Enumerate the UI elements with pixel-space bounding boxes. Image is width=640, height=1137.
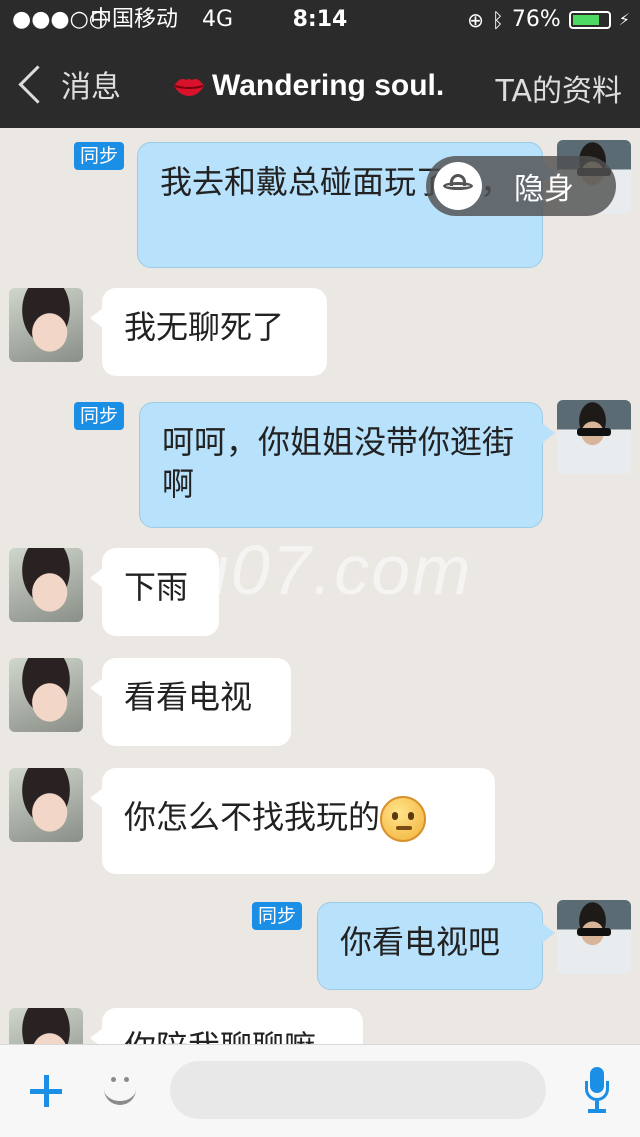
- back-label: 消息: [61, 70, 121, 105]
- stealth-label: 隐身: [514, 172, 574, 207]
- nav-bar: 消息 Wandering soul. TA的资料: [0, 40, 640, 128]
- input-bar: [0, 1044, 640, 1137]
- my-avatar[interactable]: [557, 400, 631, 474]
- charging-icon: ⚡: [618, 10, 630, 29]
- contact-avatar[interactable]: [9, 768, 83, 842]
- chat-title-text: Wandering soul.: [212, 69, 445, 102]
- top-bar: ●●●○○ 中国移动 4G 8:14 ⊕ ᛒ 76% ⚡ 消息 Wanderin…: [0, 0, 640, 128]
- message-input[interactable]: [170, 1061, 546, 1119]
- rotation-lock-icon: ⊕: [467, 8, 484, 32]
- battery-icon: [568, 11, 611, 29]
- contact-avatar[interactable]: [9, 288, 83, 362]
- chat-title: Wandering soul.: [172, 66, 444, 106]
- message-bubble-received[interactable]: 我无聊死了: [90, 288, 327, 376]
- watermark: u07.com: [190, 531, 473, 609]
- sync-badge: 同步: [252, 902, 303, 930]
- stealth-toggle[interactable]: 隐身: [426, 156, 616, 216]
- message-bubble-sent[interactable]: 你看电视吧: [317, 902, 555, 990]
- message-bubble-received[interactable]: 你怎么不找我玩的: [90, 768, 495, 874]
- status-bar: ●●●○○ 中国移动 4G 8:14 ⊕ ᛒ 76% ⚡: [0, 0, 640, 40]
- back-button[interactable]: 消息: [16, 58, 121, 110]
- sync-badge: 同步: [74, 402, 125, 430]
- contact-avatar[interactable]: [9, 548, 83, 622]
- emoji-picker-icon[interactable]: [102, 1071, 138, 1109]
- battery-fill: [572, 15, 599, 25]
- message-bubble-received[interactable]: 看看电视: [90, 658, 291, 746]
- ufo-icon: [434, 162, 482, 210]
- message-bubble-sent[interactable]: 呵呵，你姐姐没带你逛街啊: [139, 402, 555, 528]
- sync-badge: 同步: [74, 142, 125, 170]
- thinking-emoji-icon: [380, 796, 427, 842]
- bluetooth-icon: ᛒ: [491, 8, 504, 32]
- message-bubble-received[interactable]: 你陪我聊聊嘛: [90, 1008, 363, 1044]
- battery-percent: 76%: [511, 7, 561, 32]
- profile-button[interactable]: TA的资料: [495, 66, 622, 110]
- plus-icon[interactable]: [28, 1073, 64, 1109]
- lips-icon: [174, 78, 204, 96]
- message-text: 你怎么不找我玩的: [124, 798, 381, 836]
- contact-avatar[interactable]: [9, 658, 83, 732]
- contact-avatar[interactable]: [9, 1008, 83, 1044]
- microphone-base: [588, 1109, 606, 1113]
- my-avatar[interactable]: [557, 900, 631, 974]
- chevron-left-icon: [18, 64, 57, 104]
